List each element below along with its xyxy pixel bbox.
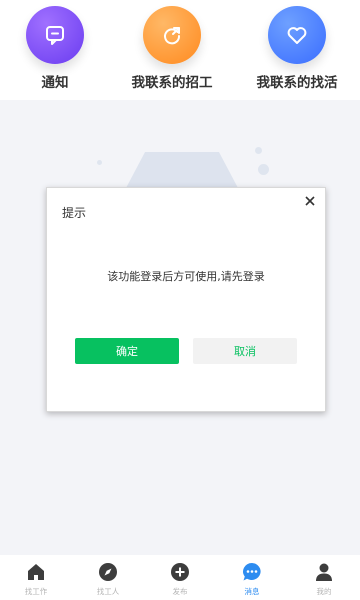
decor-dot <box>97 160 102 165</box>
contacted-jobs-circle[interactable] <box>268 6 326 64</box>
plus-circle-icon <box>169 561 191 583</box>
confirm-button[interactable]: 确定 <box>75 338 179 364</box>
cancel-button[interactable]: 取消 <box>193 338 297 364</box>
tab-messages[interactable]: 消息 <box>216 555 288 600</box>
tab-find-work[interactable]: 找工作 <box>0 555 72 600</box>
tab-label: 找工人 <box>96 587 120 596</box>
dialog-message: 该功能登录后方可使用,请先登录 <box>107 270 265 283</box>
tab-label: 消息 <box>244 587 260 596</box>
heart-icon <box>287 27 307 44</box>
empty-state-illustration <box>126 152 238 188</box>
close-icon <box>305 196 315 206</box>
home-icon <box>25 561 47 583</box>
notice-circle[interactable] <box>26 6 84 64</box>
message-square-icon <box>46 26 64 45</box>
decor-dot <box>258 164 269 175</box>
tab-label: 我的 <box>316 587 332 596</box>
tab-publish[interactable]: 发布 <box>144 555 216 600</box>
chat-bubble-icon <box>241 561 263 583</box>
notice-shortcut[interactable]: 通知 <box>0 6 110 96</box>
contacted-jobs-shortcut[interactable]: 我联系的找活 <box>242 6 352 96</box>
dialog-close-button[interactable] <box>301 192 319 210</box>
user-icon <box>313 561 335 583</box>
tab-label: 发布 <box>172 587 188 596</box>
bottom-tab-bar: 找工作 找工人 发布 消息 我的 <box>0 555 360 600</box>
dialog-title: 提示 <box>62 206 87 220</box>
notice-label: 通知 <box>41 75 69 91</box>
refresh-arrow-icon <box>164 27 181 45</box>
tab-find-workers[interactable]: 找工人 <box>72 555 144 600</box>
tab-profile[interactable]: 我的 <box>288 555 360 600</box>
shortcut-row: 通知 我联系的招工 我联系的找活 <box>0 0 360 100</box>
contacted-hiring-label: 我联系的招工 <box>131 75 213 91</box>
login-prompt-dialog: 提示 该功能登录后方可使用,请先登录 确定 取消 <box>46 187 326 412</box>
contacted-hiring-circle[interactable] <box>143 6 201 64</box>
tab-label: 找工作 <box>24 587 48 596</box>
contacted-hiring-shortcut[interactable]: 我联系的招工 <box>117 6 227 96</box>
decor-dot <box>255 147 262 154</box>
compass-icon <box>97 561 119 583</box>
contacted-jobs-label: 我联系的找活 <box>256 75 338 91</box>
